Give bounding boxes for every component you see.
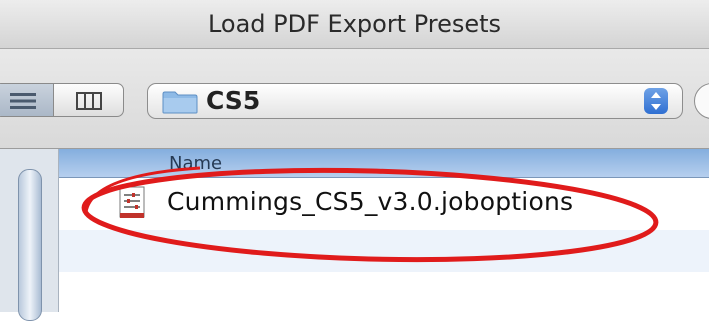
location-label: CS5 (206, 86, 261, 115)
popup-arrows-icon (644, 88, 668, 114)
column-header-label: Name (169, 153, 223, 174)
file-row[interactable]: Cummings_CS5_v3.0.joboptions (59, 178, 709, 230)
dialog-title: Load PDF Export Presets (0, 0, 709, 49)
toolbar-button-partial[interactable] (694, 83, 709, 119)
sidebar (0, 149, 59, 321)
view-mode-segmented-control (0, 83, 124, 117)
toolbar: CS5 (0, 49, 709, 149)
location-popup[interactable]: CS5 (147, 83, 683, 119)
joboptions-file-icon (119, 186, 145, 218)
column-header-name[interactable]: Name (59, 149, 709, 178)
column-view-icon (76, 92, 102, 110)
empty-row (59, 230, 709, 272)
empty-row (59, 272, 709, 312)
list-view-icon (10, 93, 36, 109)
list-view-button[interactable] (0, 84, 53, 116)
column-view-button[interactable] (53, 84, 123, 116)
file-name: Cummings_CS5_v3.0.joboptions (167, 187, 574, 216)
folder-icon (162, 91, 198, 114)
sidebar-scrollbar[interactable] (18, 169, 42, 321)
